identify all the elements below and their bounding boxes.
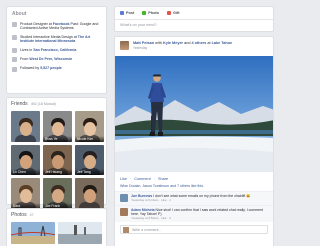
about-item-link[interactable]: West De Pere, Wisconsin (29, 57, 72, 61)
comment-body: Joe Burrows I don't see what some emails… (131, 194, 251, 202)
about-item-prefix: Lives in (20, 47, 34, 52)
post-photo[interactable] (115, 56, 273, 173)
friend-photo-face (51, 155, 64, 170)
photo-thumbnail[interactable] (58, 222, 102, 244)
friend-photo-face (19, 121, 32, 136)
friend-photo-face (19, 155, 32, 170)
status-input[interactable]: What's on your mind? (115, 20, 273, 30)
friend-name[interactable]: Nicole Kim (75, 135, 104, 142)
about-item-prefix: Followed by (20, 66, 41, 71)
friend-name[interactable]: Jeff Tang (75, 169, 104, 175)
about-item: Product Designer at Facebook Past: Googl… (12, 22, 101, 31)
friend-tile[interactable]: Jeff Tang (75, 144, 104, 175)
action-separator: · (129, 177, 132, 182)
feed-post: Matt Pelsan with Kyle Meyer and 4 others… (114, 36, 274, 246)
about-item-text: Followed by 5,527 people (20, 66, 62, 70)
friend-tile[interactable]: Joe Frank (43, 178, 72, 209)
about-item-prefix: Product Designer at (20, 22, 53, 26)
gift-icon (167, 11, 171, 15)
viewer-avatar (123, 226, 129, 233)
share-link[interactable]: Share (158, 177, 168, 181)
photos-count: 47 (29, 213, 34, 217)
friend-tile[interactable]: Jeff Hsiang (43, 144, 72, 175)
rss-icon (12, 66, 17, 72)
post-author[interactable]: Matt Pelsan (133, 41, 154, 45)
photos-title[interactable]: Photos (11, 212, 27, 218)
friend-photo-face (51, 188, 64, 203)
friends-title[interactable]: Friends (11, 101, 28, 107)
about-item-text: From West De Pere, Wisconsin (20, 57, 72, 61)
like-link[interactable]: Like (120, 177, 127, 181)
location-pin-icon (12, 57, 17, 63)
with-text: with (154, 41, 163, 45)
photo-icon (142, 11, 147, 15)
friends-count: 492 (18 Mutual) (30, 102, 56, 106)
about-card: About Product Designer at Facebook Past:… (6, 6, 107, 94)
about-item: Lives in San Francisco, California (12, 48, 101, 54)
comment-placeholder: Write a comment... (132, 227, 162, 232)
post-timestamp[interactable]: Yesterday (133, 46, 232, 51)
about-item-link[interactable]: 5,527 people (40, 66, 62, 70)
friend-tile[interactable]: Nicole Kim (75, 111, 104, 142)
and-text: and (183, 41, 192, 45)
composer-tab-label: Photo (148, 11, 159, 15)
home-icon (12, 48, 17, 54)
friend-name[interactable]: Jeff Hsiang (43, 169, 72, 175)
composer-tab-gift[interactable]: Gift (167, 11, 180, 15)
graduation-cap-icon (12, 35, 17, 41)
about-item-text: Product Designer at Facebook Past: Googl… (20, 22, 101, 31)
briefcase-icon (12, 22, 17, 28)
comment-input[interactable]: Write a comment... (120, 225, 268, 235)
composer-tab-label: Gift (173, 11, 180, 15)
comment-meta[interactable]: Yesterday at 9:41am · Like · 1 (131, 198, 251, 202)
friend-photo-face (19, 188, 32, 203)
likes-summary[interactable]: Wise Doolan, Jason Tomlinson and 7 other… (115, 184, 273, 191)
friend-tile[interactable]: Ross Ye (43, 111, 72, 142)
about-item-text: Studied Interactive Media Design at The … (20, 35, 101, 44)
action-separator: · (153, 177, 155, 182)
composer-tab-post[interactable]: Post (120, 11, 134, 15)
about-item: Studied Interactive Media Design at The … (12, 35, 101, 44)
about-item-text: Lives in San Francisco, California (20, 48, 76, 52)
friend-name[interactable]: Ross Ye (43, 135, 72, 142)
comment-line: Adam Michela Nice shot! I can confirm th… (131, 208, 268, 216)
friend-tile[interactable]: Lo Chen (11, 144, 40, 175)
about-item-link[interactable]: San Francisco, California (33, 48, 76, 52)
comment: Joe Burrows I don't see what some emails… (115, 191, 273, 205)
comment-meta[interactable]: Yesterday at 9:52am · Like · 2 (131, 216, 268, 220)
comment-body: Adam Michela Nice shot! I can confirm th… (131, 208, 268, 221)
status-composer: Post Photo Gift What's on your mind? (114, 6, 274, 32)
tagged-friend[interactable]: Kyle Meyer (163, 41, 183, 45)
friends-card: Friends 492 (18 Mutual) Ross Ye Nicole Ki… (6, 97, 107, 209)
author-avatar[interactable] (120, 41, 129, 51)
photos-card: Photos 47 (6, 208, 107, 246)
friend-photo-face (51, 121, 64, 136)
composer-tab-label: Post (126, 11, 135, 15)
friend-photo-face (83, 155, 96, 170)
comment-link[interactable]: Comment (134, 177, 150, 181)
friend-tile[interactable]: Kara (11, 178, 40, 209)
post-location[interactable]: Lake Tahoe (212, 41, 233, 45)
about-item: Followed by 5,527 people (12, 66, 101, 72)
composer-tab-photo[interactable]: Photo (142, 11, 159, 15)
friend-photo-face (83, 188, 96, 203)
about-item-prefix: From (20, 57, 30, 62)
about-item-prefix: Studied Interactive Media Design at (20, 34, 78, 39)
friend-name[interactable]: Lo Chen (11, 169, 40, 175)
commenter-avatar[interactable] (120, 194, 128, 203)
friend-tile[interactable] (11, 111, 40, 142)
commenter-avatar[interactable] (120, 207, 128, 216)
friend-tile[interactable] (75, 178, 104, 209)
about-item: From West De Pere, Wisconsin (12, 57, 101, 63)
about-item-link[interactable]: Facebook (53, 22, 70, 26)
about-title: About (12, 11, 27, 17)
comment: Adam Michela Nice shot! I can confirm th… (115, 204, 273, 223)
post-icon (120, 11, 124, 15)
tagged-others[interactable]: 4 others (192, 41, 207, 45)
friend-photo-face (83, 121, 96, 136)
photo-thumbnail[interactable] (11, 222, 55, 244)
